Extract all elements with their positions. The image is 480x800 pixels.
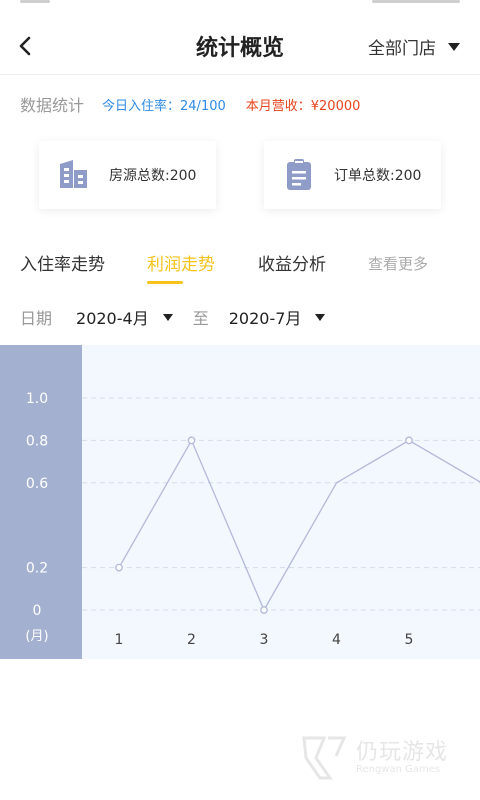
start-date-select[interactable]: 2020-4月 bbox=[76, 305, 173, 329]
date-separator: 至 bbox=[192, 309, 209, 328]
data-point bbox=[260, 606, 268, 614]
date-label: 日期 bbox=[20, 309, 53, 328]
date-filter: 日期 2020-4月 至 2020-7月 bbox=[20, 305, 326, 329]
watermark: 仍玩游戏 Rengwan Games bbox=[300, 734, 470, 780]
y-tick-label: 0 bbox=[33, 603, 42, 619]
stats-summary: 数据统计 今日入住率：24/100 本月营收：¥20000 bbox=[20, 93, 360, 115]
tab-view-more[interactable]: 查看更多 bbox=[368, 253, 428, 274]
x-tick-label: 1 bbox=[115, 632, 124, 648]
y-unit-label: (月) bbox=[25, 629, 48, 644]
line-chart: 0 0.2 0.6 0.8 1.0 (月) 1 2 3 4 5 bbox=[0, 345, 480, 659]
status-bar-right bbox=[372, 0, 460, 3]
caret-down-icon bbox=[315, 313, 326, 321]
y-tick-label: 0.8 bbox=[26, 433, 48, 449]
store-selector-label: 全部门店 bbox=[368, 39, 436, 59]
profit-trend-chart: 0 0.2 0.6 0.8 1.0 (月) 1 2 3 4 5 bbox=[0, 345, 480, 659]
data-point bbox=[405, 436, 413, 445]
watermark-subtext: Rengwan Games bbox=[356, 764, 441, 775]
end-date-select[interactable]: 2020-7月 bbox=[229, 305, 326, 329]
card-room-total[interactable]: 房源总数:200 bbox=[39, 141, 216, 209]
clipboard-icon bbox=[287, 159, 311, 190]
caret-down-icon bbox=[162, 313, 173, 321]
watermark-text: 仍玩游戏 bbox=[356, 740, 449, 765]
tab-profit-trend[interactable]: 利润走势 bbox=[147, 250, 215, 275]
tab-occupancy-trend[interactable]: 入住率走势 bbox=[20, 250, 105, 275]
end-date-value: 2020-7月 bbox=[228, 309, 302, 328]
card-room-total-label: 房源总数:200 bbox=[109, 168, 197, 184]
y-tick-label: 0.6 bbox=[26, 476, 48, 492]
x-tick-label: 2 bbox=[187, 632, 196, 648]
store-selector[interactable]: 全部门店 bbox=[368, 34, 460, 59]
watermark-logo-icon bbox=[302, 736, 347, 780]
status-bar-remnant bbox=[0, 0, 480, 8]
start-date-value: 2020-4月 bbox=[76, 309, 149, 328]
nav-divider bbox=[0, 74, 480, 75]
building-icon bbox=[60, 160, 87, 188]
card-order-total[interactable]: 订单总数:200 bbox=[264, 141, 441, 209]
x-tick-label: 5 bbox=[405, 632, 414, 648]
stats-label: 数据统计 bbox=[20, 96, 85, 115]
data-point bbox=[187, 436, 196, 445]
x-tick-label: 3 bbox=[260, 632, 269, 648]
x-tick-label: 4 bbox=[332, 632, 341, 648]
active-tab-indicator bbox=[147, 281, 183, 284]
y-tick-label: 1.0 bbox=[26, 391, 48, 407]
caret-down-icon bbox=[448, 42, 460, 51]
data-point bbox=[115, 563, 123, 572]
y-tick-label: 0.2 bbox=[26, 561, 48, 577]
tab-revenue-analysis[interactable]: 收益分析 bbox=[258, 250, 326, 275]
status-bar-left bbox=[20, 0, 50, 3]
nav-bar: 统计概览 全部门店 bbox=[0, 14, 480, 78]
plot-background bbox=[82, 345, 480, 659]
revenue-month: 本月营收：¥20000 bbox=[245, 98, 361, 114]
card-order-total-label: 订单总数:200 bbox=[334, 168, 422, 184]
trend-tabs: 入住率走势 利润走势 收益分析 查看更多 bbox=[0, 250, 480, 290]
occupancy-today: 今日入住率：24/100 bbox=[102, 98, 226, 114]
